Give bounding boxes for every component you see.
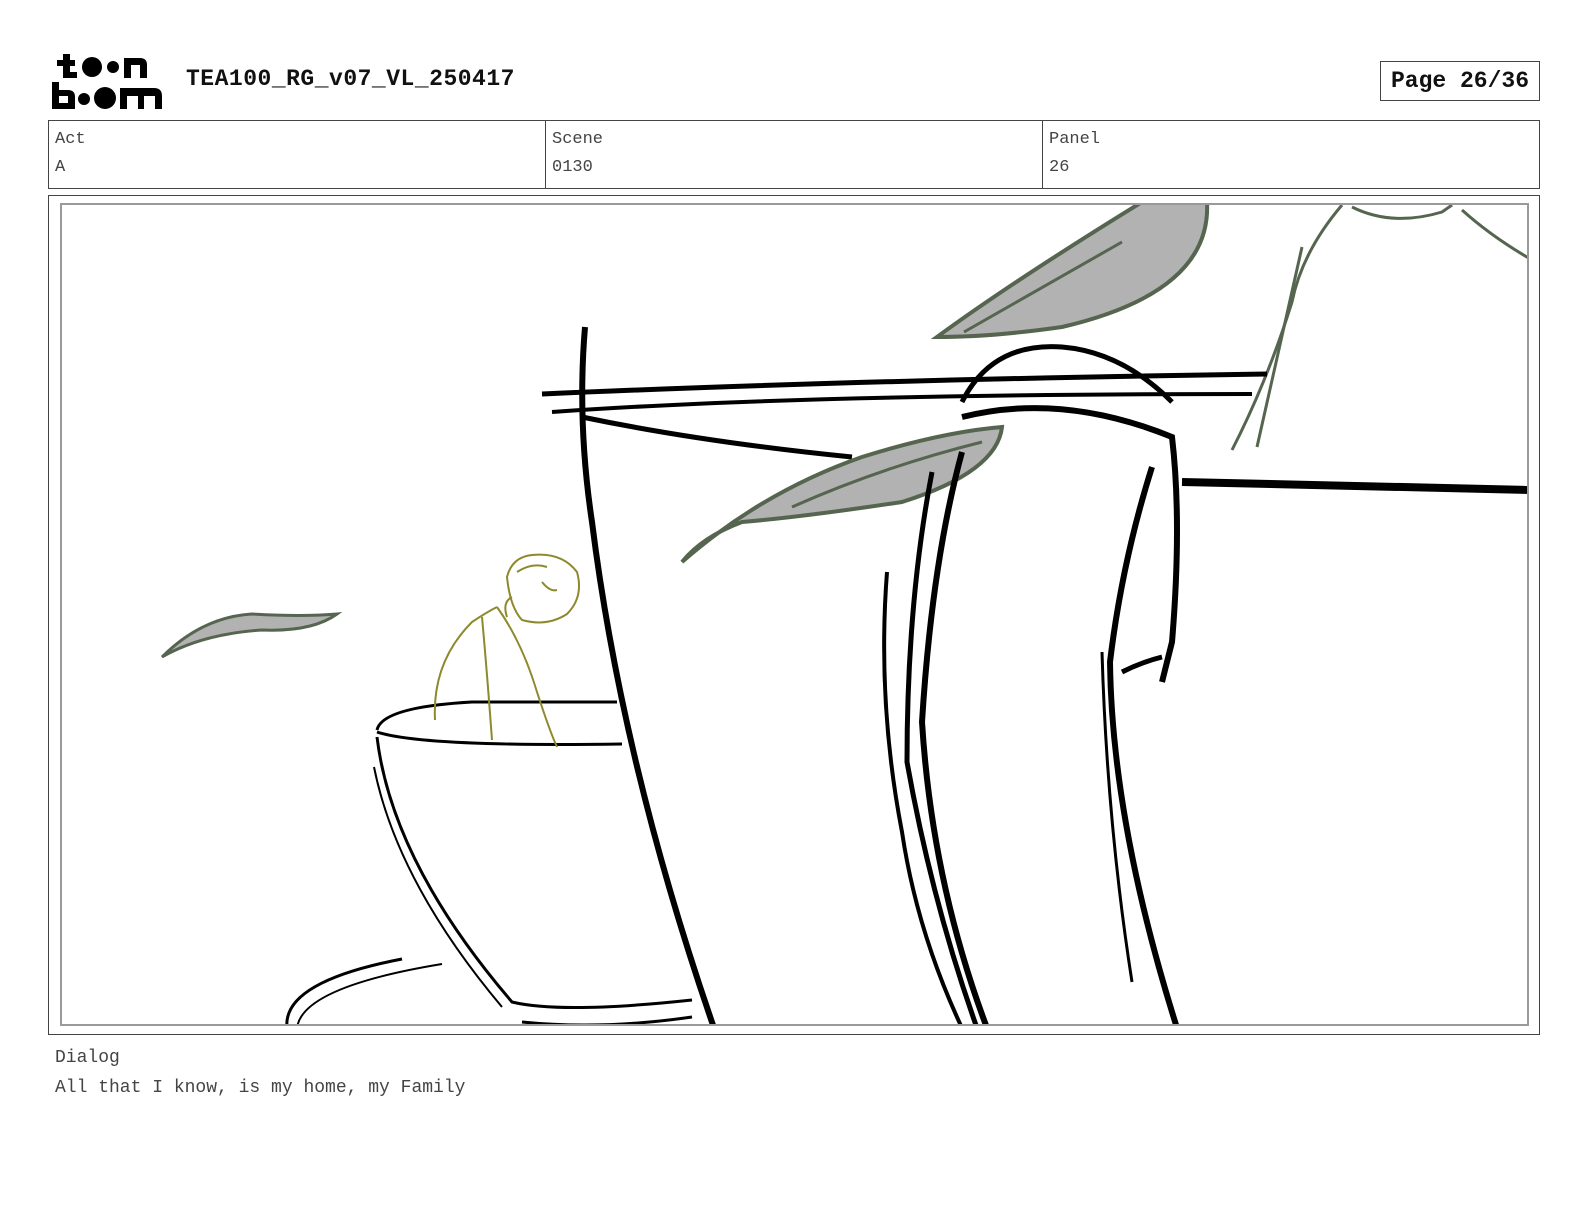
panel-value: 26 — [1049, 158, 1070, 177]
scene-value: 0130 — [552, 158, 593, 177]
scene-label: Scene — [552, 130, 604, 149]
page-number: Page 26/36 — [1380, 61, 1540, 101]
scene-cell: Scene 0130 — [546, 121, 1043, 188]
storyboard-info-table: Act A Scene 0130 Panel 26 — [48, 120, 1540, 189]
act-cell: Act A — [49, 121, 546, 188]
toon-boom-logo — [52, 54, 162, 109]
act-label: Act — [55, 130, 86, 149]
act-value: A — [55, 158, 66, 177]
panel-cell: Panel 26 — [1043, 121, 1539, 188]
leaf-small — [160, 612, 343, 659]
dialog-text: All that I know, is my home, my Family — [55, 1078, 466, 1098]
dialog-label: Dialog — [55, 1048, 120, 1068]
storyboard-panel-image — [60, 203, 1529, 1026]
panel-label: Panel — [1049, 130, 1101, 149]
character-figure — [433, 553, 580, 748]
panel-sketch — [160, 205, 1527, 1024]
document-title: TEA100_RG_v07_VL_250417 — [186, 66, 515, 92]
